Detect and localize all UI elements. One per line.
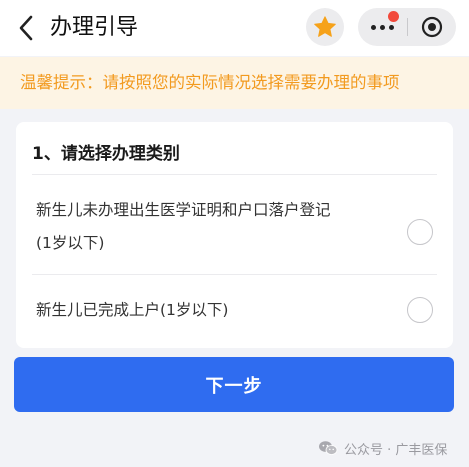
section-title: 1、请选择办理类别	[32, 144, 180, 164]
star-icon	[314, 16, 336, 37]
card-divider	[32, 174, 437, 175]
radio-registered-newborn[interactable]	[407, 297, 433, 323]
close-mini-program-button[interactable]	[408, 8, 456, 46]
back-button[interactable]	[14, 14, 38, 42]
next-step-button[interactable]: 下一步	[14, 357, 454, 412]
chevron-left-icon	[19, 15, 33, 41]
radio-unregistered-newborn[interactable]	[407, 219, 433, 245]
watermark: 公众号 · 广丰医保	[318, 436, 447, 460]
nav-bar: 办理引导	[0, 0, 469, 56]
more-dots-icon	[369, 24, 396, 30]
option-label-line2: (1岁以下)	[36, 234, 105, 252]
option-unregistered-newborn[interactable]: 新生儿未办理出生医学证明和户口落户登记 (1岁以下)	[16, 182, 453, 282]
card-divider	[32, 274, 437, 275]
more-button[interactable]	[358, 8, 406, 46]
page-title: 办理引导	[50, 15, 139, 40]
target-close-icon	[421, 16, 443, 38]
favorite-button[interactable]	[306, 8, 344, 46]
notification-badge	[388, 11, 399, 22]
option-label-line1: 新生儿已完成上户(1岁以下)	[36, 301, 229, 319]
watermark-text: 公众号 · 广丰医保	[344, 442, 448, 458]
mini-program-capsule	[358, 8, 456, 46]
option-registered-newborn[interactable]: 新生儿已完成上户(1岁以下)	[16, 278, 453, 348]
category-card: 1、请选择办理类别 新生儿未办理出生医学证明和户口落户登记 (1岁以下) 新生儿…	[16, 122, 453, 348]
option-label-line1: 新生儿未办理出生医学证明和户口落户登记	[36, 201, 331, 219]
wechat-icon	[318, 440, 338, 456]
notice-banner: 温馨提示：请按照您的实际情况选择需要办理的事项	[0, 57, 469, 109]
